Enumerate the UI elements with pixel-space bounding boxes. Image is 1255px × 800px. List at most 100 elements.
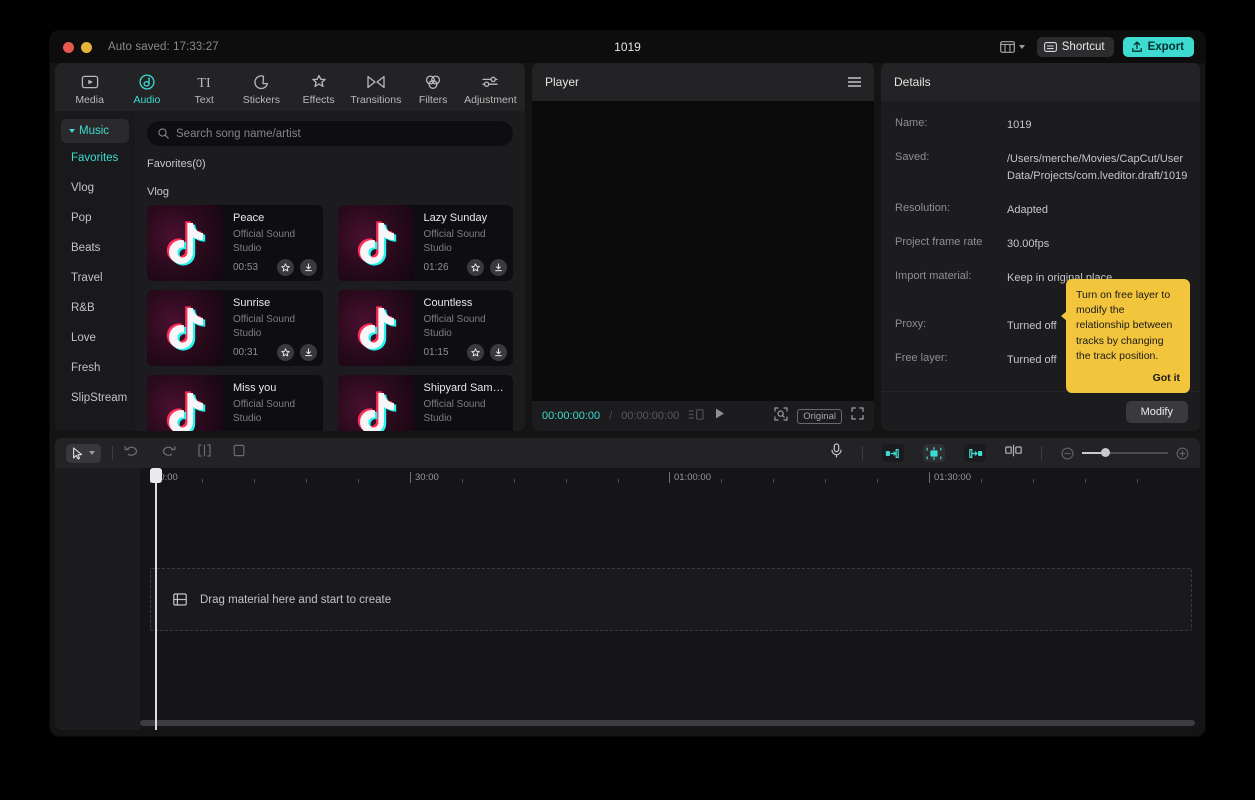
tab-transitions[interactable]: Transitions xyxy=(347,67,404,106)
export-label: Export xyxy=(1147,41,1184,53)
timeline-horizontal-scrollbar[interactable] xyxy=(140,720,1195,726)
song-artist: Official Sound Studio xyxy=(423,314,486,339)
timeline-dropzone[interactable]: Drag material here and start to create xyxy=(150,568,1192,631)
tiktok-note-icon xyxy=(357,391,396,431)
detail-row-saved: Saved: /Users/merche/Movies/CapCut/User … xyxy=(895,151,1188,185)
library-tabs: Media Audio TI Text Stickers Effects Tra… xyxy=(55,63,525,111)
timeline-ruler[interactable]: 00:00 30:00 01:00:00 01:30:00 xyxy=(140,468,1200,488)
download-button[interactable] xyxy=(299,259,317,276)
detail-key: Saved: xyxy=(895,151,930,164)
sidebar-item-slipstream[interactable]: SlipStream xyxy=(61,383,129,413)
sidebar-item-love[interactable]: Love xyxy=(61,323,129,353)
track-right-icon xyxy=(969,448,983,458)
song-name: Peace xyxy=(233,212,265,224)
track-left-button[interactable] xyxy=(882,444,904,462)
playback-options-icon[interactable] xyxy=(688,407,704,425)
song-thumbnail xyxy=(337,205,414,281)
star-icon xyxy=(471,263,480,272)
tab-stickers[interactable]: Stickers xyxy=(233,67,290,106)
crop-button[interactable] xyxy=(774,406,788,426)
track-left-icon xyxy=(885,448,899,458)
track-center-button[interactable] xyxy=(923,444,945,462)
timeline-canvas[interactable]: 00:00 30:00 01:00:00 01:30:00 Drag mater… xyxy=(140,468,1200,730)
split-button[interactable] xyxy=(198,444,211,462)
song-card[interactable]: Shipyard Sample Official Sound Studio xyxy=(337,375,513,431)
sidebar-item-vlog[interactable]: Vlog xyxy=(61,173,129,203)
tab-audio[interactable]: Audio xyxy=(118,67,175,106)
star-icon xyxy=(280,263,290,272)
ruler-label: 01:00:00 xyxy=(674,472,711,483)
detail-value: /Users/merche/Movies/CapCut/User Data/Pr… xyxy=(1007,153,1188,183)
download-button[interactable] xyxy=(490,344,507,361)
undo-button[interactable] xyxy=(124,444,139,462)
chevron-down-icon xyxy=(69,129,75,133)
detail-key: Import material: xyxy=(895,270,972,283)
tab-label: Filters xyxy=(418,94,448,106)
layout-switch-button[interactable] xyxy=(997,39,1028,55)
minimize-window-button[interactable] xyxy=(81,41,92,53)
star-icon xyxy=(280,348,290,357)
fullscreen-button[interactable] xyxy=(851,407,864,425)
playhead[interactable] xyxy=(150,468,162,730)
shortcut-button[interactable]: Shortcut xyxy=(1036,37,1114,57)
song-card[interactable]: Lazy Sunday Official Sound Studio 01:26 xyxy=(337,205,513,281)
zoom-slider-knob[interactable] xyxy=(1101,448,1110,457)
sidebar-item-beats[interactable]: Beats xyxy=(61,233,129,263)
record-voiceover-button[interactable] xyxy=(830,443,843,463)
tab-text[interactable]: TI Text xyxy=(176,67,233,106)
close-window-button[interactable] xyxy=(63,41,74,53)
playhead-grip[interactable] xyxy=(150,468,162,483)
song-duration: 00:53 xyxy=(233,262,259,273)
delete-button[interactable] xyxy=(233,444,245,462)
detail-value: 1019 xyxy=(1007,119,1032,131)
song-duration: 01:15 xyxy=(423,347,449,358)
player-menu-icon[interactable] xyxy=(848,76,861,88)
details-footer: Modify xyxy=(881,391,1200,431)
download-icon xyxy=(304,263,312,272)
modify-button[interactable]: Modify xyxy=(1125,400,1188,423)
play-button[interactable] xyxy=(713,407,726,425)
tab-label: Text xyxy=(194,94,214,106)
select-tool-icon xyxy=(73,446,83,460)
favorite-button[interactable] xyxy=(467,259,484,276)
search-input[interactable] xyxy=(176,127,502,140)
sidebar-item-pop[interactable]: Pop xyxy=(61,203,129,233)
tab-filters[interactable]: Filters xyxy=(405,67,462,106)
export-button[interactable]: Export xyxy=(1122,37,1194,57)
song-card[interactable]: Sunrise Official Sound Studio 00:31 xyxy=(147,290,323,366)
favorite-button[interactable] xyxy=(467,344,484,361)
player-stage[interactable] xyxy=(532,101,874,401)
tooltip-got-it-button[interactable]: Got it xyxy=(1076,371,1180,386)
sidebar-item-favorites[interactable]: Favorites xyxy=(61,143,129,173)
zoom-slider-track[interactable] xyxy=(1082,448,1168,457)
sidebar-item-fresh[interactable]: Fresh xyxy=(61,353,129,383)
timecode-separator: / xyxy=(609,410,613,422)
player-panel: Player 00:00:00:00 / 00:00:00:00 Origina… xyxy=(532,63,874,431)
select-tool-button[interactable] xyxy=(66,443,101,463)
sidebar-group-music[interactable]: Music xyxy=(61,119,129,143)
mic-icon xyxy=(831,443,842,458)
favorites-count-label: Favorites(0) xyxy=(147,158,206,170)
song-card[interactable]: Peace Official Sound Studio 00:53 xyxy=(147,205,323,281)
favorite-button[interactable] xyxy=(276,344,294,361)
download-button[interactable] xyxy=(490,259,507,276)
tab-adjustment[interactable]: Adjustment xyxy=(462,67,519,106)
detail-value: 30.00fps xyxy=(1007,238,1050,251)
tab-effects[interactable]: Effects xyxy=(290,67,347,106)
favorite-button[interactable] xyxy=(276,259,294,276)
search-bar[interactable] xyxy=(147,121,513,146)
track-right-button[interactable] xyxy=(964,444,986,462)
sidebar-item-rnb[interactable]: R&B xyxy=(61,293,129,323)
song-card[interactable]: Countless Official Sound Studio 01:15 xyxy=(337,290,513,366)
mirror-split-button[interactable] xyxy=(1005,444,1022,462)
sidebar-item-travel[interactable]: Travel xyxy=(61,263,129,293)
tab-media[interactable]: Media xyxy=(61,67,118,106)
song-card[interactable]: Miss you Official Sound Studio xyxy=(147,375,323,431)
zoom-slider[interactable] xyxy=(1061,446,1189,460)
redo-button[interactable] xyxy=(161,444,176,462)
download-button[interactable] xyxy=(299,344,317,361)
effects-icon xyxy=(311,74,326,88)
text-icon: TI xyxy=(198,76,212,90)
song-artist: Official Sound Studio xyxy=(233,399,296,424)
scale-label[interactable]: Original xyxy=(797,408,842,424)
